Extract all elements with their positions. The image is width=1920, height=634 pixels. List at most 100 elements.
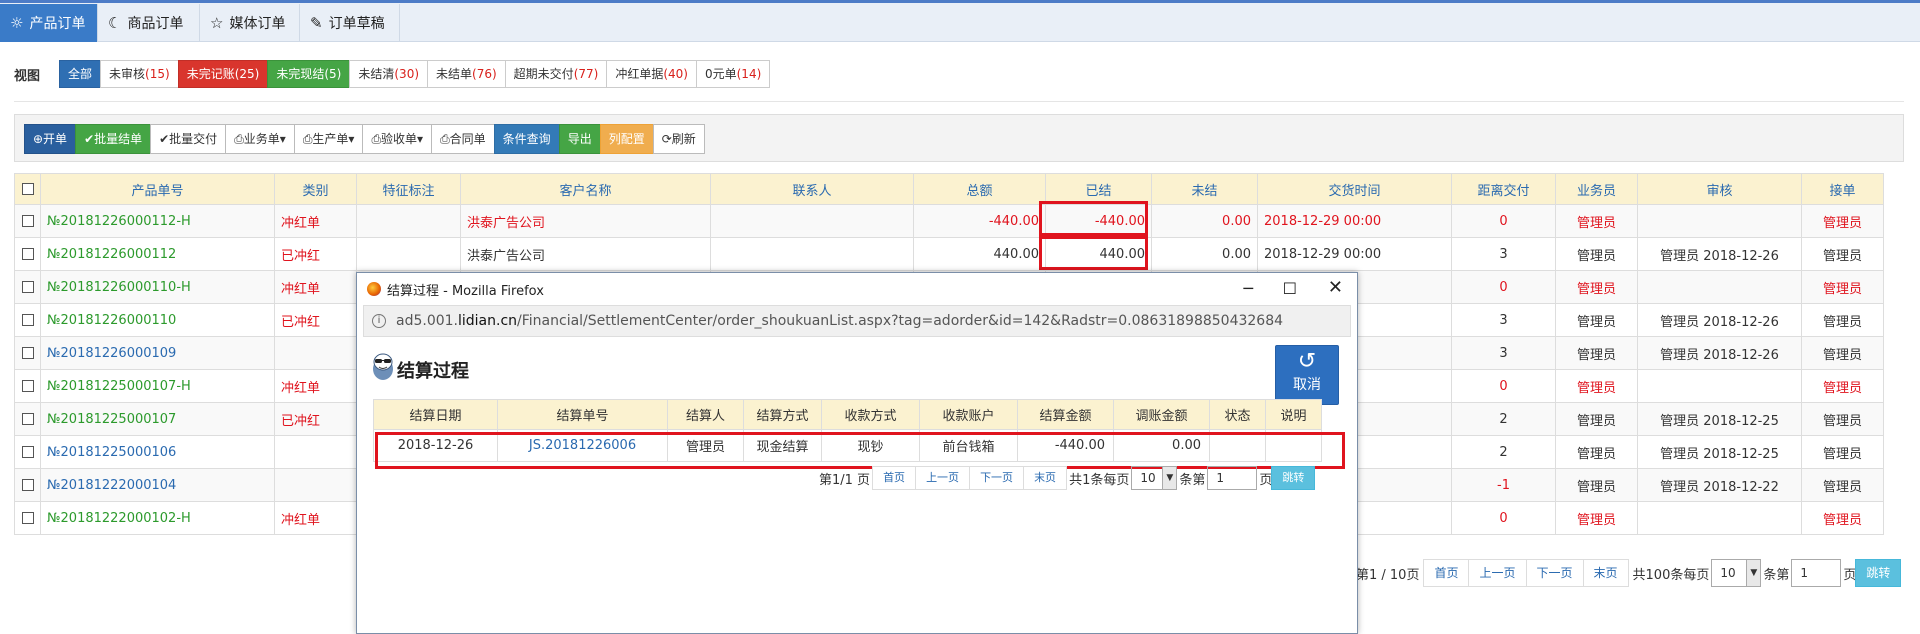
row-checkbox[interactable] — [21, 347, 34, 359]
category-cell — [274, 336, 357, 370]
column-header[interactable]: 未结 — [1151, 173, 1258, 205]
view-unaudited-button[interactable]: 未审核(15) — [100, 60, 179, 88]
column-header[interactable]: 交货时间 — [1257, 173, 1452, 205]
column-header[interactable]: 特征标注 — [356, 173, 461, 205]
cancel-label: 取消 — [1293, 377, 1321, 393]
order-number-link[interactable]: №20181222000102-H — [40, 501, 275, 535]
page-info: 第1/1 页 — [819, 472, 871, 488]
column-header[interactable]: 审核 — [1637, 173, 1802, 205]
tab-media-orders[interactable]: ☆ 媒体订单 — [200, 4, 300, 42]
cancel-button[interactable]: ↺ 取消 — [1275, 345, 1339, 405]
select-all-header — [14, 173, 41, 205]
row-checkbox[interactable] — [21, 380, 34, 392]
prev-page-button[interactable]: 上一页 — [1468, 559, 1527, 587]
column-header[interactable]: 总额 — [913, 173, 1046, 205]
row-checkbox[interactable] — [21, 446, 34, 458]
popup-pagination: 第1/1 页 首页 上一页 下一页 末页 共1条每页 10 ▼ 条第 1 页 跳转 — [819, 465, 1316, 491]
batch-deliver-button[interactable]: ✔批量交付 — [150, 124, 227, 154]
page-size-select[interactable]: 10 ▼ — [1711, 559, 1762, 587]
row-checkbox-cell — [14, 270, 41, 304]
distance-cell: 0 — [1451, 270, 1556, 304]
row-checkbox[interactable] — [21, 314, 34, 326]
order-number-link[interactable]: №20181222000104 — [40, 468, 275, 502]
maximize-icon[interactable]: ☐ — [1283, 279, 1297, 298]
column-header[interactable]: 接单 — [1801, 173, 1884, 205]
order-number-link[interactable]: №20181226000112 — [40, 237, 275, 271]
row-checkbox[interactable] — [21, 479, 34, 491]
view-button-count: (14) — [736, 67, 762, 81]
sales-cell: 管理员 — [1555, 369, 1638, 403]
query-button[interactable]: 条件查询 — [493, 124, 560, 154]
column-header[interactable]: 产品单号 — [40, 173, 275, 205]
row-checkbox[interactable] — [21, 215, 34, 227]
view-button-label: 全部 — [68, 67, 93, 81]
total-cell: 440.00 — [913, 237, 1046, 271]
popup-header: 结算过程 ↺ 取消 — [357, 337, 1357, 405]
view-zero-button[interactable]: 0元单(14) — [695, 60, 771, 88]
export-button[interactable]: 导出 — [558, 124, 601, 154]
view-unclosed-button[interactable]: 未结单(76) — [427, 60, 506, 88]
row-checkbox[interactable] — [21, 248, 34, 260]
delivery-time-cell: 2018-12-29 00:00 — [1257, 204, 1452, 238]
first-page-button[interactable]: 首页 — [1423, 559, 1470, 587]
order-number-link[interactable]: №20181226000112-H — [40, 204, 275, 238]
contract-button[interactable]: ⎙合同单 — [431, 124, 495, 154]
page-number-input[interactable]: 1 — [1207, 466, 1258, 490]
first-page-button[interactable]: 首页 — [872, 466, 917, 490]
tab-goods-orders[interactable]: ☾ 商品订单 — [98, 4, 200, 42]
order-number-link[interactable]: №20181225000106 — [40, 435, 275, 469]
page-number-input[interactable]: 1 — [1791, 559, 1842, 587]
last-page-button[interactable]: 末页 — [1582, 559, 1629, 587]
row-checkbox[interactable] — [21, 281, 34, 293]
popup-url-bar[interactable]: i ad5.001. lidian.cn/Financial/Settlement… — [363, 305, 1351, 337]
view-unsettled-button[interactable]: 未结清(30) — [349, 60, 429, 88]
prev-page-button[interactable]: 上一页 — [915, 466, 971, 490]
view-all-button[interactable]: 全部 — [59, 60, 102, 88]
view-uncash-button[interactable]: 未完现结(5) — [267, 60, 351, 88]
column-config-button[interactable]: 列配置 — [599, 124, 654, 154]
next-page-button[interactable]: 下一页 — [969, 466, 1025, 490]
table-header-row: 产品单号 类别 特征标注 客户名称 联系人 总额 已结 未结 交货时间 距离交付… — [14, 173, 1884, 205]
row-checkbox[interactable] — [21, 413, 34, 425]
order-number-link[interactable]: №20181225000107 — [40, 402, 275, 436]
page-size-select[interactable]: 10 ▼ — [1131, 466, 1178, 490]
new-order-button[interactable]: ⊕开单 — [24, 124, 77, 154]
top-accent-line — [0, 0, 1920, 3]
tab-order-drafts[interactable]: ✎ 订单草稿 — [300, 4, 400, 42]
popup-heading: 结算过程 — [397, 361, 469, 382]
sales-cell: 管理员 — [1555, 336, 1638, 370]
audit-cell: 管理员 2018-12-22 — [1637, 468, 1802, 502]
minimize-icon[interactable]: ─ — [1243, 279, 1253, 298]
column-header[interactable]: 联系人 — [710, 173, 914, 205]
order-number-link[interactable]: №20181226000110-H — [40, 270, 275, 304]
column-header[interactable]: 距离交付 — [1451, 173, 1556, 205]
refresh-button[interactable]: ⟳刷新 — [652, 124, 705, 154]
jump-button[interactable]: 跳转 — [1271, 466, 1316, 490]
batch-close-button[interactable]: ✔批量结单 — [75, 124, 152, 154]
order-number-link[interactable]: №20181225000107-H — [40, 369, 275, 403]
order-number-link[interactable]: №20181226000110 — [40, 303, 275, 337]
contact-cell — [710, 237, 914, 271]
select-all-checkbox[interactable] — [21, 183, 34, 195]
view-reversal-button[interactable]: 冲红单据(40) — [606, 60, 697, 88]
column-header[interactable]: 类别 — [274, 173, 357, 205]
view-unbooked-button[interactable]: 未完记账(25) — [177, 60, 269, 88]
column-header[interactable]: 业务员 — [1555, 173, 1638, 205]
column-header[interactable]: 已结 — [1045, 173, 1152, 205]
info-icon[interactable]: i — [372, 314, 386, 328]
column-header[interactable]: 客户名称 — [460, 173, 711, 205]
tab-product-orders[interactable]: ☼ 产品订单 — [0, 4, 98, 42]
table-row[interactable]: №20181226000112-H 冲红单 洪泰广告公司 -440.00 -44… — [14, 204, 1884, 238]
table-row[interactable]: №20181226000112 已冲红 洪泰广告公司 440.00 440.00… — [14, 237, 1884, 271]
order-number-link[interactable]: №20181226000109 — [40, 336, 275, 370]
jump-button[interactable]: 跳转 — [1855, 559, 1902, 587]
next-page-button[interactable]: 下一页 — [1525, 559, 1584, 587]
production-slip-dropdown[interactable]: ⎙生产单▾ — [293, 124, 364, 154]
business-slip-dropdown[interactable]: ⎙业务单▾ — [225, 124, 295, 154]
page-size-value: 10 — [1720, 566, 1736, 580]
view-overdue-button[interactable]: 超期未交付(77) — [504, 60, 608, 88]
last-page-button[interactable]: 末页 — [1023, 466, 1068, 490]
close-icon[interactable]: ✕ — [1328, 277, 1343, 298]
row-checkbox[interactable] — [21, 512, 34, 524]
acceptance-slip-dropdown[interactable]: ⎙验收单▾ — [362, 124, 433, 154]
